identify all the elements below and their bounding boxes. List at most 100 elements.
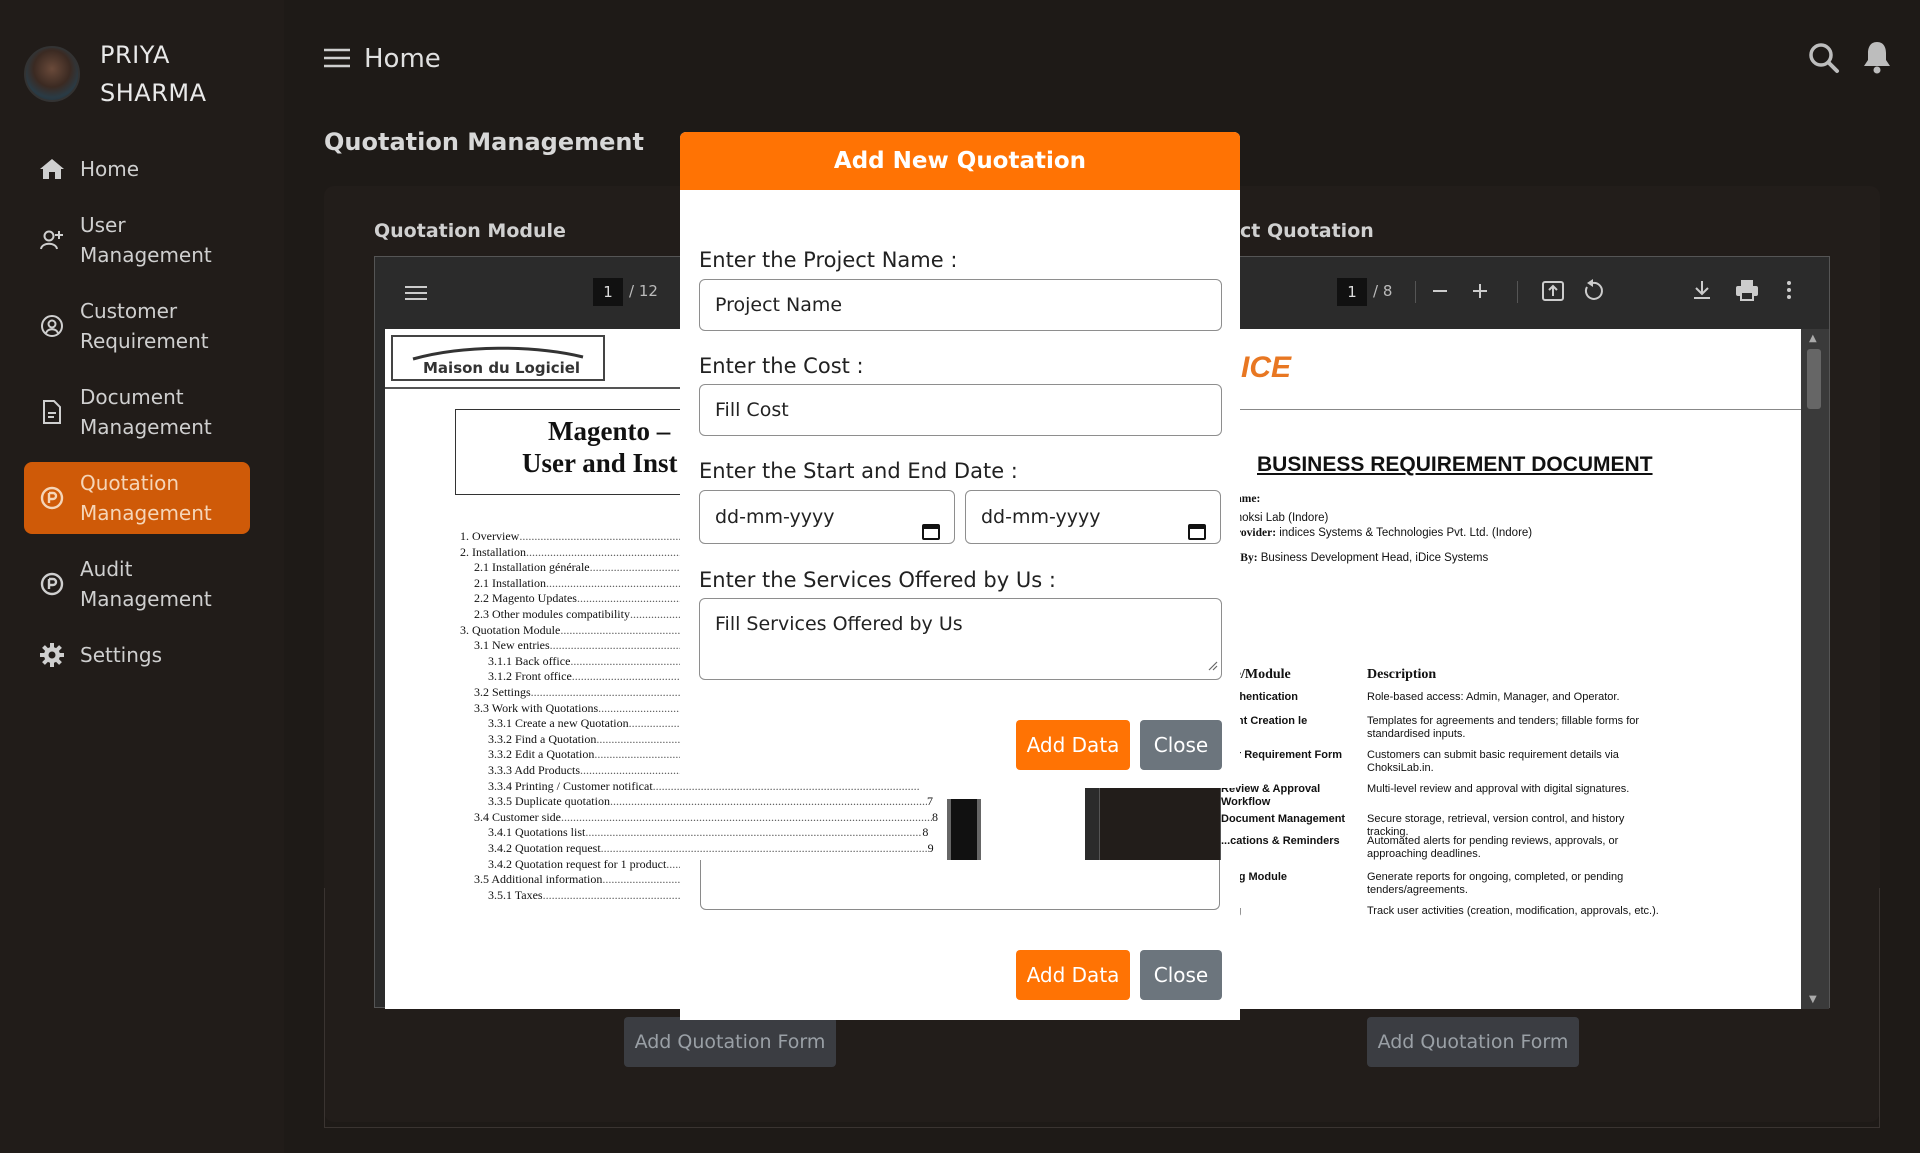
table-header-description: Description — [1367, 667, 1437, 682]
add-quotation-form-button-left[interactable]: Add Quotation Form — [624, 1017, 836, 1067]
sidebar-item-settings[interactable]: Settings — [24, 634, 250, 676]
toc-leader: ........................................… — [600, 841, 928, 855]
scroll-up-icon[interactable]: ▲ — [1809, 333, 1817, 344]
brd-row-description: Role-based access: Admin, Manager, and O… — [1367, 691, 1620, 703]
project-name-input[interactable]: Project Name — [699, 279, 1222, 331]
toc-entry-text: 2.1 Installation générale — [474, 560, 590, 575]
toc-entry-text: 1. Overview — [460, 529, 520, 543]
brd-row-description: Generate reports for ongoing, completed,… — [1367, 871, 1624, 896]
toc-entry-text: 3.5 Additional information — [474, 872, 603, 887]
calendar-icon[interactable] — [922, 508, 940, 560]
toc-entry-text: 3.3.2 Edit a Quotation — [488, 747, 595, 762]
brd-row-description: Multi-level review and approval with dig… — [1367, 783, 1630, 795]
logo-text: Maison du Logiciel — [423, 359, 581, 377]
more-options-icon[interactable] — [1785, 279, 1793, 305]
end-date-input[interactable]: dd-mm-yyyy — [965, 490, 1221, 544]
add-quotation-modal: Add New Quotation Enter the Project Name… — [680, 132, 1240, 788]
fit-page-icon[interactable] — [1541, 280, 1565, 306]
start-date-input[interactable]: dd-mm-yyyy — [699, 490, 955, 544]
modal-ghost: Add Data Close — [680, 860, 1240, 1020]
home-icon — [24, 157, 80, 181]
toc-entry-text: 3.2 Settings — [474, 685, 531, 699]
add-data-button[interactable]: Add Data — [1016, 950, 1130, 1000]
user-profile[interactable]: PRIYA SHARMA — [24, 36, 240, 112]
page-title: Home — [364, 44, 441, 74]
pdf-heading-line1: Magento – — [548, 416, 671, 446]
brd-logo: ICE — [1241, 351, 1292, 384]
toc-entry-text: 3.3.5 Duplicate quotation — [488, 794, 610, 809]
scrollbar[interactable]: ▲ ▼ — [1801, 329, 1829, 1009]
project-name-label: Enter the Project Name : — [699, 248, 958, 272]
page-total: / 12 — [629, 282, 658, 300]
add-data-button[interactable]: Add Data — [1016, 720, 1130, 770]
hamburger-menu-icon[interactable] — [324, 48, 350, 72]
toc-entry-page: 7 — [926, 794, 933, 809]
toc-entry: 3.4.1 Quotations list...................… — [488, 825, 1005, 840]
zoom-in-icon[interactable] — [1471, 282, 1489, 304]
scroll-down-icon[interactable]: ▼ — [1809, 994, 1817, 1005]
toc-entry-text: 3.4 Customer side — [474, 809, 561, 824]
toc-entry-text: 2. Installation — [460, 544, 526, 559]
sidebar-item-label: Audit Management — [80, 557, 212, 611]
toc-entry-text: 3.3.1 Create a new Quotation — [488, 716, 629, 731]
close-button[interactable]: Close — [1140, 950, 1222, 1000]
search-icon[interactable] — [1808, 42, 1840, 78]
brd-row-description: Track user activities (creation, modific… — [1367, 905, 1659, 917]
brd-row-module: mer Requirement Form — [1221, 749, 1343, 761]
gear-icon — [24, 642, 80, 668]
pdf-logo: Maison du Logiciel — [391, 335, 605, 381]
zoom-out-icon[interactable] — [1431, 282, 1449, 304]
section-title: Quotation Management — [324, 128, 644, 156]
divider — [1221, 409, 1801, 410]
sidebar-item-audit-management[interactable]: Audit Management — [24, 548, 250, 620]
toolbar-divider — [1415, 281, 1416, 303]
pdf-heading-line2: User and Inst — [522, 448, 678, 478]
toc-entry-text: 3.5.1 Taxes — [488, 887, 543, 902]
rotate-icon[interactable] — [1581, 279, 1605, 307]
print-icon[interactable] — [1735, 279, 1759, 305]
sidebar-item-quotation-management[interactable]: Quotation Management — [24, 462, 250, 534]
toc-entry-text: 3.3.4 Printing / Customer notificat — [488, 778, 653, 793]
sidebar-item-label: Document Management — [80, 385, 212, 439]
avatar[interactable] — [24, 46, 80, 102]
close-button[interactable]: Close — [1140, 720, 1222, 770]
toc-leader: ........................................… — [609, 794, 927, 809]
toc-entry: 3.4 Customer side.......................… — [474, 810, 1005, 825]
resize-handle-icon[interactable] — [1208, 654, 1218, 676]
pdf-toolbar: 1 / 8 — [1221, 257, 1829, 327]
document-icon — [24, 399, 80, 425]
sidebar-item-customer-requirement[interactable]: Customer Requirement — [24, 290, 250, 362]
brd-meta-value: Business Development Head, iDice Systems — [1257, 552, 1489, 564]
sidebar-item-document-management[interactable]: Document Management — [24, 376, 250, 448]
sidebar-item-label: Home — [80, 157, 140, 181]
start-date-value: dd-mm-yyyy — [715, 506, 835, 528]
page-number-input[interactable]: 1 — [1337, 278, 1367, 306]
sidebar-item-label: Quotation Management — [80, 471, 212, 525]
sidebar-item-home[interactable]: Home — [24, 148, 250, 190]
add-quotation-form-button-right[interactable]: Add Quotation Form — [1367, 1017, 1579, 1067]
sidebar-toggle-icon[interactable] — [405, 285, 427, 305]
toc-entry-page: 9 — [927, 841, 934, 855]
services-textarea[interactable]: Fill Services Offered by Us — [699, 598, 1222, 680]
pdf-viewer-right: 1 / 8 ICE BUSINESS REQUIREMENT DOCUMENT … — [1220, 256, 1830, 1009]
services-label: Enter the Services Offered by Us : — [699, 568, 1056, 592]
scrollbar-thumb[interactable] — [1807, 349, 1821, 409]
brd-meta-value: indices Systems & Technologies Pvt. Ltd.… — [1276, 527, 1533, 539]
toc-entry: 3.4.2 Quotation request.................… — [488, 841, 1005, 856]
calendar-icon[interactable] — [1188, 508, 1206, 560]
bell-icon[interactable] — [1862, 40, 1892, 78]
card-title-left: Quotation Module — [374, 220, 566, 242]
brd-row-module: Authentication — [1221, 691, 1298, 703]
cost-input[interactable]: Fill Cost — [699, 384, 1222, 436]
brd-row-description: Templates for agreements and tenders; fi… — [1367, 715, 1640, 740]
toc-entry: 3.3.5 Duplicate quotation...............… — [488, 794, 1005, 809]
sidebar-item-label: User Management — [80, 213, 212, 267]
page-number-input[interactable]: 1 — [593, 278, 623, 306]
modal-title: Add New Quotation — [680, 132, 1240, 190]
brd-row-module: rting Module — [1221, 871, 1287, 883]
sidebar-item-user-management[interactable]: User Management — [24, 204, 250, 276]
user-name: PRIYA SHARMA — [100, 41, 207, 107]
toc-entry-text: 3.3 Work with Quotations — [474, 700, 599, 715]
toc-leader: ........................................… — [585, 825, 922, 840]
download-icon[interactable] — [1691, 279, 1713, 305]
